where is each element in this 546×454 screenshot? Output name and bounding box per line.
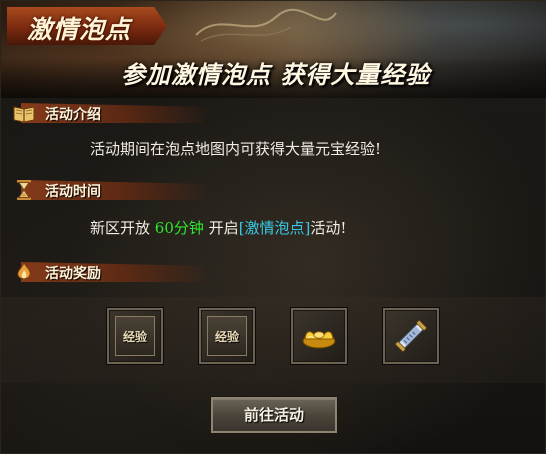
time-text-prefix: 新区开放: [90, 219, 151, 237]
time-highlight: 60分钟: [154, 219, 204, 237]
section-header-intro: 活动介绍: [11, 100, 211, 126]
section-title-time: 活动时间: [45, 184, 101, 200]
section-title-rewards: 活动奖励: [45, 266, 101, 282]
reward-slot-scroll[interactable]: [383, 308, 439, 364]
go-to-event-button[interactable]: 前往活动: [211, 397, 337, 433]
exp-icon: 经验: [207, 316, 247, 356]
reward-slot-gold-ingot[interactable]: [291, 308, 347, 364]
reward-strip: [1, 297, 546, 383]
event-link[interactable]: [激情泡点]: [239, 219, 311, 237]
banner-title: 激情泡点: [27, 15, 132, 44]
event-panel: 激情泡点 参加激情泡点 获得大量经验 活动介绍 活动期间在泡点地图内可获得大量元…: [0, 0, 546, 454]
gold-ingot-icon: [299, 316, 339, 356]
flame-icon: [11, 259, 37, 285]
exp-icon: 经验: [115, 316, 155, 356]
time-text-mid: 开启: [208, 219, 239, 237]
section-title-intro: 活动介绍: [45, 107, 101, 123]
section-header-time: 活动时间: [11, 177, 211, 203]
scroll-icon: [391, 316, 431, 356]
banner-subtitle: 参加激情泡点 获得大量经验: [121, 61, 431, 89]
book-icon: [11, 100, 37, 126]
reward-slot-exp-1[interactable]: 经验: [107, 308, 163, 364]
banner-decoration: [195, 8, 337, 42]
time-text-suffix: 活动!: [310, 219, 347, 237]
event-banner: 激情泡点 参加激情泡点 获得大量经验: [1, 1, 546, 98]
time-description: 新区开放 60分钟 开启[激情泡点]活动!: [90, 217, 346, 238]
intro-description: 活动期间在泡点地图内可获得大量元宝经验!: [90, 140, 382, 158]
hourglass-icon: [11, 177, 37, 203]
section-header-rewards: 活动奖励: [11, 259, 211, 285]
reward-slot-exp-2[interactable]: 经验: [199, 308, 255, 364]
